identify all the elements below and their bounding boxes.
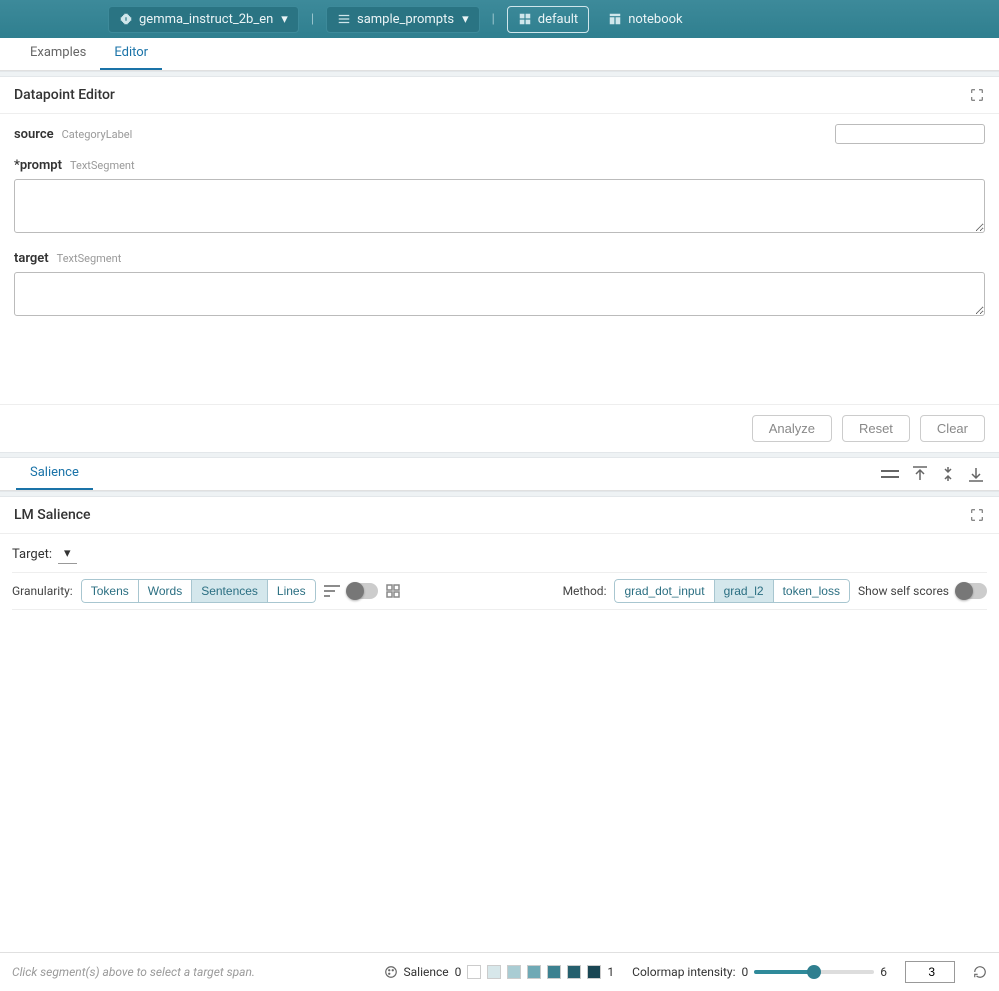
tab-salience[interactable]: Salience bbox=[16, 457, 93, 490]
method-grad-l2[interactable]: grad_l2 bbox=[714, 579, 774, 603]
source-label: source bbox=[14, 127, 54, 142]
prompt-input[interactable] bbox=[14, 179, 985, 233]
layout-default-button[interactable]: default bbox=[507, 6, 589, 33]
swatch-4 bbox=[547, 965, 561, 979]
method-label: Method: bbox=[563, 584, 607, 598]
field-prompt: *prompt TextSegment bbox=[14, 158, 985, 237]
salience-tabs: Salience bbox=[0, 458, 999, 491]
separator: | bbox=[488, 12, 499, 27]
swatch-2 bbox=[507, 965, 521, 979]
tab-examples[interactable]: Examples bbox=[16, 37, 100, 70]
target-dropdown[interactable]: ▾ bbox=[58, 544, 77, 564]
method-group: grad_dot_input grad_l2 token_loss bbox=[614, 579, 849, 603]
layout-default-label: default bbox=[538, 12, 578, 27]
layout-notebook-label: notebook bbox=[628, 12, 682, 27]
expand-down-icon[interactable] bbox=[969, 466, 983, 482]
colormap-min: 0 bbox=[742, 965, 749, 979]
prompt-label: *prompt bbox=[14, 158, 62, 173]
dataset-name: sample_prompts bbox=[357, 12, 454, 27]
legend-max: 1 bbox=[607, 965, 614, 979]
footer-hint: Click segment(s) above to select a targe… bbox=[12, 965, 255, 979]
grid-view-icon[interactable] bbox=[386, 584, 400, 598]
salience-legend: Salience 0 1 bbox=[384, 965, 615, 979]
self-scores-toggle[interactable] bbox=[957, 583, 987, 599]
self-scores-label: Show self scores bbox=[858, 584, 949, 598]
prompt-type: TextSegment bbox=[70, 159, 135, 172]
colormap-intensity: Colormap intensity: 0 6 bbox=[632, 965, 887, 979]
colormap-slider[interactable] bbox=[754, 970, 874, 974]
lm-salience-header: LM Salience bbox=[0, 497, 999, 534]
sort-icon[interactable] bbox=[324, 584, 340, 598]
target-label: target bbox=[14, 251, 49, 266]
colormap-label: Colormap intensity: bbox=[632, 965, 735, 979]
granularity-sentences[interactable]: Sentences bbox=[191, 579, 268, 603]
main-tabs: Examples Editor bbox=[0, 38, 999, 71]
colormap-max: 6 bbox=[880, 965, 887, 979]
granularity-lines[interactable]: Lines bbox=[267, 579, 316, 603]
list-icon bbox=[337, 12, 351, 26]
salience-content bbox=[12, 610, 987, 970]
granularity-tokens[interactable]: Tokens bbox=[81, 579, 139, 603]
model-name: gemma_instruct_2b_en bbox=[139, 12, 273, 27]
granularity-words[interactable]: Words bbox=[138, 579, 192, 603]
editor-body: source CategoryLabel *prompt TextSegment… bbox=[0, 114, 999, 344]
granularity-group: Tokens Words Sentences Lines bbox=[81, 579, 316, 603]
separator: | bbox=[307, 12, 318, 27]
tab-editor[interactable]: Editor bbox=[100, 37, 162, 70]
expand-up-icon[interactable] bbox=[913, 466, 927, 482]
field-target: target TextSegment bbox=[14, 251, 985, 320]
method-grad-dot-input[interactable]: grad_dot_input bbox=[614, 579, 714, 603]
density-toggle[interactable] bbox=[348, 583, 378, 599]
datapoint-editor-title: Datapoint Editor bbox=[14, 87, 115, 103]
layout-notebook-button[interactable]: notebook bbox=[597, 6, 693, 33]
reset-button[interactable]: Reset bbox=[842, 415, 910, 442]
clear-button[interactable]: Clear bbox=[920, 415, 985, 442]
grid-icon bbox=[518, 12, 532, 26]
caret-down-icon: ▾ bbox=[64, 546, 71, 561]
target-label: Target: bbox=[12, 547, 52, 562]
analyze-button[interactable]: Analyze bbox=[752, 415, 832, 442]
swatch-5 bbox=[567, 965, 581, 979]
granularity-label: Granularity: bbox=[12, 584, 73, 598]
chip-icon bbox=[119, 12, 133, 26]
model-selector[interactable]: gemma_instruct_2b_en ▾ bbox=[108, 6, 299, 33]
drag-handle-icon[interactable] bbox=[881, 466, 899, 482]
swatch-0 bbox=[467, 965, 481, 979]
salience-controls: Granularity: Tokens Words Sentences Line… bbox=[12, 572, 987, 610]
legend-title: Salience bbox=[404, 965, 449, 979]
top-bar: gemma_instruct_2b_en ▾ | sample_prompts … bbox=[0, 0, 999, 38]
legend-min: 0 bbox=[455, 965, 462, 979]
salience-footer: Click segment(s) above to select a targe… bbox=[0, 952, 999, 991]
swatch-1 bbox=[487, 965, 501, 979]
target-row: Target: ▾ bbox=[12, 544, 987, 572]
datapoint-editor-header: Datapoint Editor bbox=[0, 77, 999, 114]
collapse-icon[interactable] bbox=[941, 466, 955, 482]
refresh-icon[interactable] bbox=[973, 965, 987, 979]
editor-actions: Analyze Reset Clear bbox=[0, 404, 999, 452]
source-type: CategoryLabel bbox=[62, 128, 133, 141]
source-input[interactable] bbox=[835, 124, 985, 144]
swatch-3 bbox=[527, 965, 541, 979]
fullscreen-icon[interactable] bbox=[969, 87, 985, 103]
target-input[interactable] bbox=[14, 272, 985, 316]
dataset-selector[interactable]: sample_prompts ▾ bbox=[326, 6, 480, 33]
colormap-number-input[interactable] bbox=[905, 961, 955, 983]
table-icon bbox=[608, 12, 622, 26]
fullscreen-icon[interactable] bbox=[969, 507, 985, 523]
palette-icon bbox=[384, 965, 398, 979]
lm-salience-title: LM Salience bbox=[14, 507, 91, 523]
salience-body: Target: ▾ Granularity: Tokens Words Sent… bbox=[0, 534, 999, 980]
swatch-6 bbox=[587, 965, 601, 979]
caret-down-icon: ▾ bbox=[462, 12, 469, 27]
target-type: TextSegment bbox=[57, 252, 122, 265]
field-source: source CategoryLabel bbox=[14, 124, 985, 144]
caret-down-icon: ▾ bbox=[281, 12, 288, 27]
method-token-loss[interactable]: token_loss bbox=[773, 579, 850, 603]
